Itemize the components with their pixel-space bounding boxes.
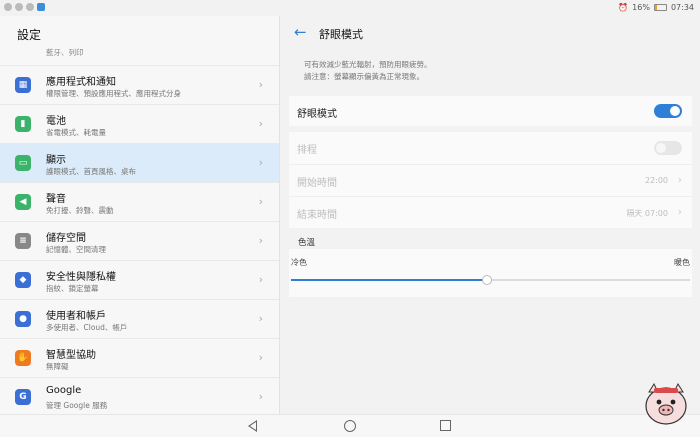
notification-icon xyxy=(15,3,23,11)
settings-item[interactable]: ◀ 聲音 免打擾、鈴聲、震動 › xyxy=(0,182,279,221)
chevron-right-icon: › xyxy=(258,273,263,286)
settings-item-subtitle: 省電模式、耗電量 xyxy=(46,128,106,137)
eye-comfort-toggle[interactable] xyxy=(654,104,682,118)
slider-fill xyxy=(291,279,487,281)
settings-item-subtitle: 護眼模式、首頁風格、桌布 xyxy=(46,167,136,176)
chevron-right-icon: › xyxy=(258,390,263,403)
clock: 07:34 xyxy=(670,3,694,12)
settings-item-title: 電池 xyxy=(46,116,66,127)
chevron-right-icon: › xyxy=(677,173,682,186)
user-icon: ● xyxy=(15,311,31,327)
settings-item-subtitle: 記憶體、空間清理 xyxy=(46,245,106,254)
alarm-icon: ⏰ xyxy=(618,3,629,12)
color-temperature-card: 冷色 暖色 xyxy=(289,249,692,297)
schedule-toggle[interactable] xyxy=(654,141,682,155)
end-time-row[interactable]: 結束時間 隔天 07:00 › xyxy=(289,196,692,228)
shield-icon: ◆ xyxy=(15,272,31,288)
partial-item-subtitle: 藍牙、列印 xyxy=(46,48,84,57)
settings-list-panel: 設定 藍牙、列印 ▦ 應用程式和通知 權限管理、預設應用程式、應用程式分身 › ▮ 電池省… xyxy=(0,16,280,414)
settings-item-title: 安全性與隱私權 xyxy=(46,272,116,283)
settings-item-title: 儲存空間 xyxy=(46,233,86,244)
color-temperature-slider[interactable] xyxy=(291,275,690,285)
settings-item-title: Google xyxy=(46,385,82,396)
navigation-bar xyxy=(0,414,700,437)
nav-recent-icon[interactable] xyxy=(440,420,451,431)
battery-icon: ▮ xyxy=(15,116,31,132)
description: 可有效減少藍光輻射，預防用眼疲勞。 請注意：螢幕顯示偏黃為正常現象。 xyxy=(304,59,432,83)
chevron-right-icon: › xyxy=(258,156,263,169)
settings-item[interactable]: ✋ 智慧型協助 無障礙 › xyxy=(0,338,279,377)
settings-item[interactable]: ◆ 安全性與隱私權 指紋、鎖定螢幕 › xyxy=(0,260,279,299)
sound-icon: ◀ xyxy=(15,194,31,210)
google-icon: G xyxy=(15,389,31,405)
settings-item[interactable]: ▮ 電池 省電模式、耗電量 › xyxy=(0,104,279,143)
settings-item-subtitle: 指紋、鎖定螢幕 xyxy=(46,284,99,293)
chevron-right-icon: › xyxy=(258,195,263,208)
page-title: 舒眼模式 xyxy=(319,28,363,41)
settings-item-subtitle: 管理 Google 服務 xyxy=(46,401,108,410)
start-time-label: 開始時間 xyxy=(297,178,337,189)
settings-menu: ▦ 應用程式和通知 權限管理、預設應用程式、應用程式分身 › ▮ 電池 省電模式、耗電量 › ▭… xyxy=(0,65,279,414)
settings-item[interactable]: ● 使用者和帳戶 多使用者、Cloud、帳戶 › xyxy=(0,299,279,338)
description-line-2: 請注意：螢幕顯示偏黃為正常現象。 xyxy=(304,72,424,81)
battery-icon xyxy=(653,4,667,11)
start-time-value: 22:00 xyxy=(644,176,668,185)
settings-item-subtitle: 權限管理、預設應用程式、應用程式分身 xyxy=(46,89,181,98)
chevron-right-icon: › xyxy=(677,205,682,218)
schedule-card: 排程 開始時間 22:00 › 結束時間 隔天 07:00 › xyxy=(289,132,692,228)
cool-label: 冷色 xyxy=(291,258,307,267)
apps-icon: ▦ xyxy=(15,77,31,93)
settings-item[interactable]: ▦ 應用程式和通知 權限管理、預設應用程式、應用程式分身 › xyxy=(0,65,279,104)
settings-item-title: 使用者和帳戶 xyxy=(46,311,106,322)
app-notification-icon xyxy=(37,3,45,11)
notification-icons xyxy=(4,3,45,11)
eye-comfort-label: 舒眼模式 xyxy=(297,109,337,120)
settings-item[interactable]: ≡ 儲存空間 記憶體、空間清理 › xyxy=(0,221,279,260)
settings-item-title: 顯示 xyxy=(46,155,66,166)
description-line-1: 可有效減少藍光輻射，預防用眼疲勞。 xyxy=(304,60,432,69)
chevron-right-icon: › xyxy=(258,78,263,91)
end-time-label: 結束時間 xyxy=(297,210,337,221)
settings-item-subtitle: 無障礙 xyxy=(46,362,69,371)
hand-icon: ✋ xyxy=(15,350,31,366)
status-indicators: ⏰ 16% 07:34 xyxy=(618,3,694,12)
toggle-knob xyxy=(670,106,680,116)
end-time-value: 隔天 07:00 xyxy=(626,209,668,218)
schedule-row[interactable]: 排程 xyxy=(289,132,692,164)
chevron-right-icon: › xyxy=(258,351,263,364)
settings-item-title: 應用程式和通知 xyxy=(46,77,116,88)
status-bar: ⏰ 16% 07:34 xyxy=(0,0,700,16)
start-time-row[interactable]: 開始時間 22:00 › xyxy=(289,164,692,196)
settings-item-title: 智慧型協助 xyxy=(46,350,96,361)
back-arrow-icon[interactable]: ← xyxy=(294,23,307,41)
notification-icon xyxy=(4,3,12,11)
settings-item-subtitle: 免打擾、鈴聲、震動 xyxy=(46,206,114,215)
settings-item-subtitle: 多使用者、Cloud、帳戶 xyxy=(46,323,128,332)
chevron-right-icon: › xyxy=(258,117,263,130)
nav-home-icon[interactable] xyxy=(344,420,356,432)
battery-percent: 16% xyxy=(632,3,650,12)
storage-icon: ≡ xyxy=(15,233,31,249)
slider-thumb[interactable] xyxy=(481,275,492,285)
detail-header: ← 舒眼模式 xyxy=(281,16,700,49)
warm-label: 暖色 xyxy=(674,258,690,267)
toggle-knob xyxy=(656,143,666,153)
chevron-right-icon: › xyxy=(258,312,263,325)
schedule-label: 排程 xyxy=(297,145,317,156)
eye-comfort-panel: ← 舒眼模式 可有效減少藍光輻射，預防用眼疲勞。 請注意：螢幕顯示偏黃為正常現象… xyxy=(281,16,700,414)
chevron-right-icon: › xyxy=(258,234,263,247)
display-icon: ▭ xyxy=(15,155,31,171)
settings-item[interactable]: ▭ 顯示 護眼模式、首頁風格、桌布 › xyxy=(0,143,279,182)
settings-item[interactable]: G Google 管理 Google 服務 › xyxy=(0,377,279,414)
pig-mascot-watermark xyxy=(645,382,687,425)
eye-comfort-row[interactable]: 舒眼模式 xyxy=(289,96,692,126)
notification-icon xyxy=(26,3,34,11)
nav-back-icon[interactable] xyxy=(248,420,257,432)
settings-title: 設定 xyxy=(17,28,42,42)
color-temperature-title: 色溫 xyxy=(298,238,316,248)
settings-item-title: 聲音 xyxy=(46,194,66,205)
